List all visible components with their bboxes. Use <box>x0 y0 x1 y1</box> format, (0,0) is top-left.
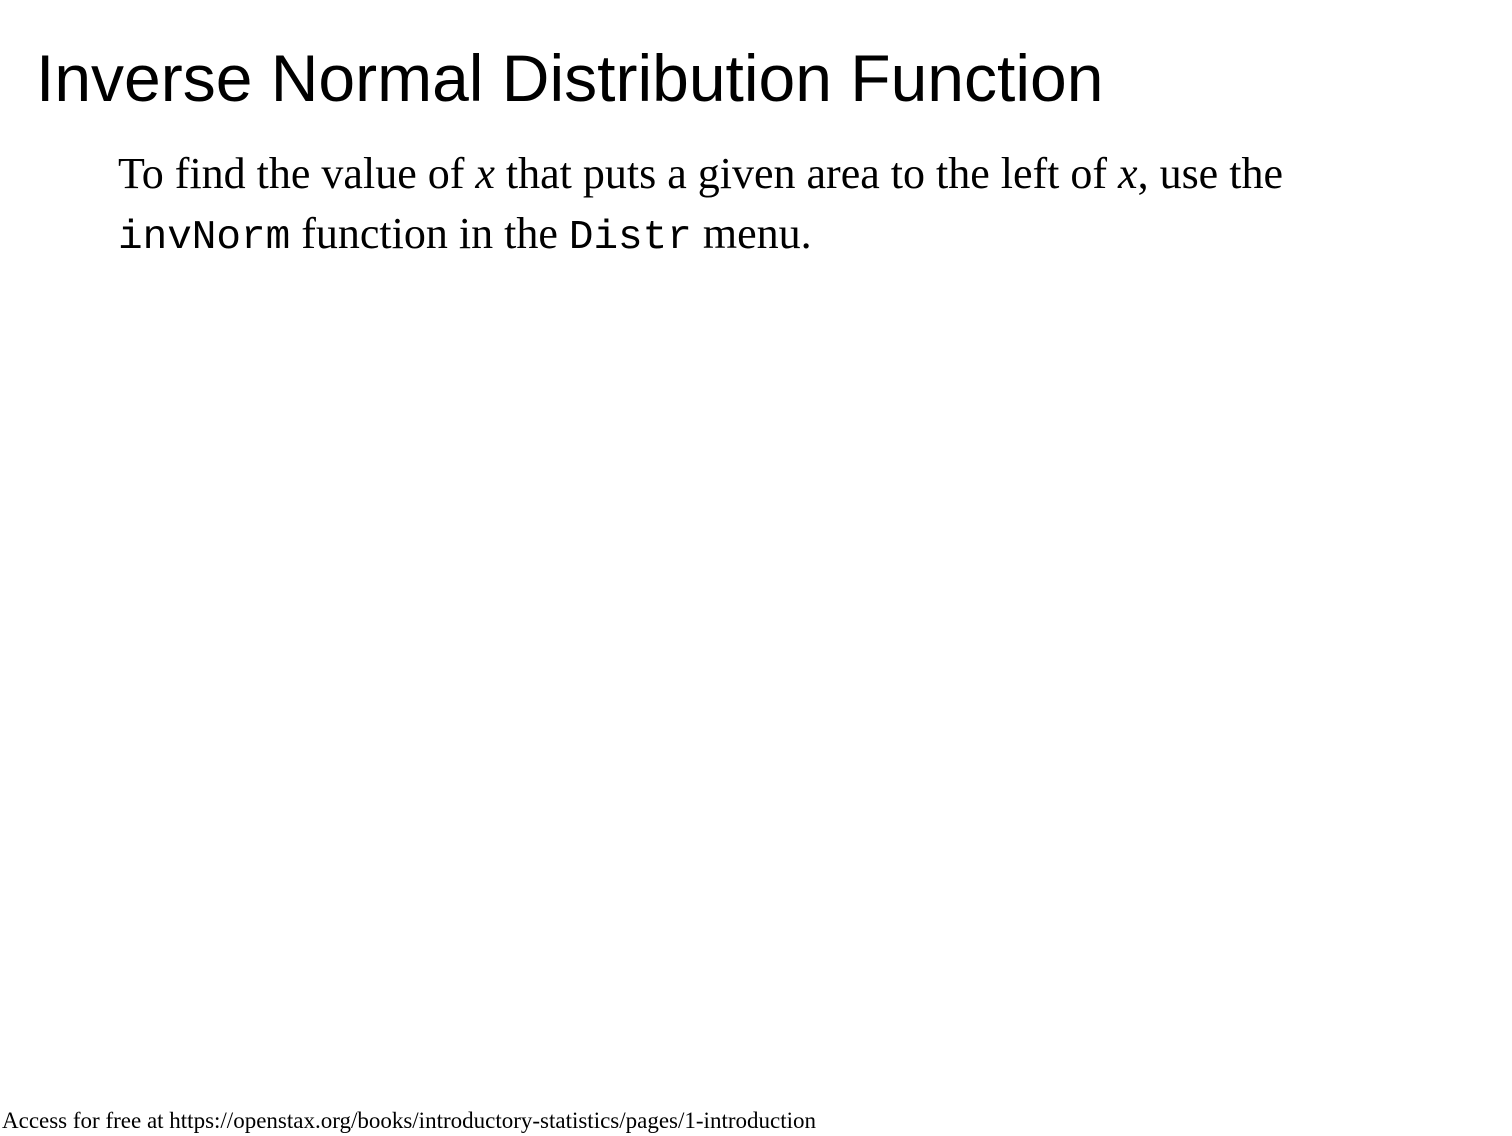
slide-title: Inverse Normal Distribution Function <box>36 41 1104 115</box>
body-text: that puts a given area to the left of <box>494 149 1119 198</box>
slide-body-paragraph: To find the value of x that puts a given… <box>118 144 1408 268</box>
body-text: To find the value of <box>118 149 476 198</box>
footer-attribution: Access for free at https://openstax.org/… <box>2 1108 816 1133</box>
code-invnorm: invNorm <box>118 215 291 261</box>
code-distr: Distr <box>568 215 692 261</box>
body-text: , use the <box>1137 149 1283 198</box>
body-text: menu. <box>691 209 812 258</box>
body-text: function in the <box>290 209 569 258</box>
variable-x: x <box>1118 149 1138 198</box>
variable-x: x <box>475 149 495 198</box>
